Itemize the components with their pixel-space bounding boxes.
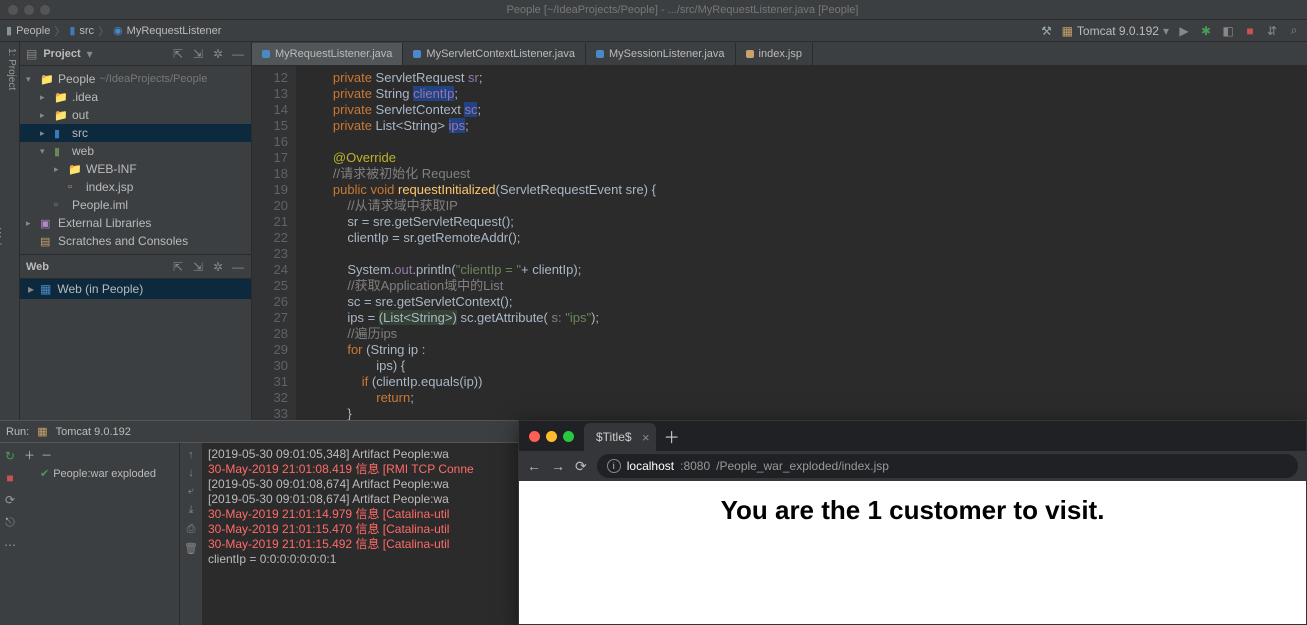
editor-tab[interactable]: index.jsp xyxy=(736,43,813,65)
coverage-icon[interactable]: ◧ xyxy=(1221,24,1235,38)
tree-item[interactable]: ▤Scratches and Consoles xyxy=(20,232,251,250)
project-tree[interactable]: ▾📁People ~/IdeaProjects/People▸📁.idea▸📁o… xyxy=(20,66,251,254)
url-host: localhost xyxy=(627,459,674,473)
page-heading: You are the 1 customer to visit. xyxy=(721,495,1105,624)
tree-item[interactable]: ▫People.iml xyxy=(20,196,251,214)
clear-icon[interactable]: 🗑 xyxy=(184,542,198,555)
tree-item[interactable]: ▾▮web xyxy=(20,142,251,160)
deployment-item[interactable]: ✔ People:war exploded xyxy=(24,467,175,480)
site-info-icon[interactable]: i xyxy=(607,459,621,473)
back-icon[interactable]: ← xyxy=(527,458,541,474)
browser-window-controls[interactable] xyxy=(519,431,584,442)
browser-tab-title: $Title$ xyxy=(596,430,632,444)
console-gutter: ↑ ↓ ⤶ ⤓ ⎙ 🗑 xyxy=(180,443,202,625)
more-icon[interactable]: ⋯ xyxy=(4,538,16,552)
tree-item[interactable]: ▸▮src xyxy=(20,124,251,142)
restart-icon[interactable]: ⟳ xyxy=(5,493,15,507)
titlebar: People [~/IdeaProjects/People] - .../src… xyxy=(0,0,1307,20)
web-entry[interactable]: ▸▦ Web (in People) xyxy=(20,279,251,299)
project-panel-header: ▤ Project ▾ ⇱ ⇲ ✲ — xyxy=(20,42,251,66)
print-icon[interactable]: ⎙ xyxy=(187,523,196,536)
tree-item[interactable]: ▫index.jsp xyxy=(20,178,251,196)
project-panel-title: Project xyxy=(43,48,80,60)
address-bar[interactable]: i localhost :8080/People_war_exploded/ind… xyxy=(597,454,1298,478)
run-icon[interactable]: ▶ xyxy=(1177,24,1191,38)
up-icon[interactable]: ↑ xyxy=(188,449,194,461)
editor-tabs: MyRequestListener.javaMyServletContextLi… xyxy=(252,42,1307,66)
window-controls[interactable] xyxy=(0,1,58,19)
forward-icon[interactable]: → xyxy=(551,458,565,474)
tree-item[interactable]: ▸▣External Libraries xyxy=(20,214,251,232)
open-browser-icon[interactable]: ⎋ xyxy=(5,515,15,530)
collapse-icon[interactable]: ⇱ xyxy=(171,47,185,61)
gear-icon[interactable]: ✲ xyxy=(211,47,225,61)
gear-icon[interactable]: ✲ xyxy=(211,260,225,274)
run-config-selector[interactable]: ▦Tomcat 9.0.192▾ xyxy=(1062,24,1169,38)
close-tab-icon[interactable]: × xyxy=(642,430,650,445)
deploy-add-icon[interactable]: ＋ xyxy=(24,447,35,463)
tree-item[interactable]: ▸📁out xyxy=(20,106,251,124)
run-gutter: ↻ ■ ⟳ ⎋ ⋯ xyxy=(0,443,20,625)
tree-item[interactable]: ▸📁.idea xyxy=(20,88,251,106)
vcs-icon[interactable]: ⇵ xyxy=(1265,24,1279,38)
build-icon[interactable]: ⚒ xyxy=(1040,24,1054,38)
window-title: People [~/IdeaProjects/People] - .../src… xyxy=(58,4,1307,16)
hide-icon[interactable]: — xyxy=(231,260,245,274)
editor-tab[interactable]: MySessionListener.java xyxy=(586,43,736,65)
browser-viewport: You are the 1 customer to visit. xyxy=(519,481,1306,624)
nav-toolbar: ▮People〉 ▮src〉 ◉MyRequestListener ⚒ ▦Tom… xyxy=(0,20,1307,42)
stop-icon[interactable]: ■ xyxy=(6,471,13,485)
editor-tab[interactable]: MyRequestListener.java xyxy=(252,43,403,65)
deployment-item-label: People:war exploded xyxy=(53,468,156,480)
run-panel-header: Run: ▦ Tomcat 9.0.192 xyxy=(0,420,518,442)
scroll-icon[interactable]: ⤓ xyxy=(189,504,194,517)
run-label: Run: xyxy=(6,426,29,438)
deployment-body: ＋ － ✔ People:war exploded xyxy=(20,443,180,625)
url-path: /People_war_exploded/index.jsp xyxy=(716,459,889,473)
browser-tab[interactable]: $Title$ × xyxy=(584,423,656,451)
hide-icon[interactable]: — xyxy=(231,47,245,61)
reload-icon[interactable]: ⟳ xyxy=(575,458,587,475)
tree-item[interactable]: ▾📁People ~/IdeaProjects/People xyxy=(20,70,251,88)
search-icon[interactable]: ⌕ xyxy=(1287,23,1301,38)
expand-icon[interactable]: ⇲ xyxy=(191,260,205,274)
deploy-remove-icon[interactable]: － xyxy=(41,447,52,463)
stop-icon[interactable]: ■ xyxy=(1243,24,1257,38)
down-icon[interactable]: ↓ xyxy=(188,467,194,479)
tree-item[interactable]: ▸📁WEB-INF xyxy=(20,160,251,178)
browser-window: $Title$ × ＋ ← → ⟳ i localhost :8080/Peopl… xyxy=(518,420,1307,625)
web-entry-label: Web (in People) xyxy=(57,282,143,296)
run-config-name: Tomcat 9.0.192 xyxy=(56,426,131,438)
expand-icon[interactable]: ⇲ xyxy=(191,47,205,61)
url-port: :8080 xyxy=(680,459,710,473)
new-tab-icon[interactable]: ＋ xyxy=(664,424,680,448)
web-panel-title: Web xyxy=(26,261,49,273)
collapse-icon[interactable]: ⇱ xyxy=(171,260,185,274)
breadcrumb[interactable]: ▮People〉 ▮src〉 ◉MyRequestListener xyxy=(6,23,221,39)
web-panel-header: Web ⇱ ⇲ ✲ — xyxy=(20,255,251,279)
wrap-icon[interactable]: ⤶ xyxy=(188,485,194,498)
rerun-icon[interactable]: ↻ xyxy=(5,449,15,463)
console-output[interactable]: [2019-05-30 09:01:05,348] Artifact Peopl… xyxy=(202,443,518,567)
editor-tab[interactable]: MyServletContextListener.java xyxy=(403,43,586,65)
debug-icon[interactable]: ✱ xyxy=(1199,24,1213,38)
